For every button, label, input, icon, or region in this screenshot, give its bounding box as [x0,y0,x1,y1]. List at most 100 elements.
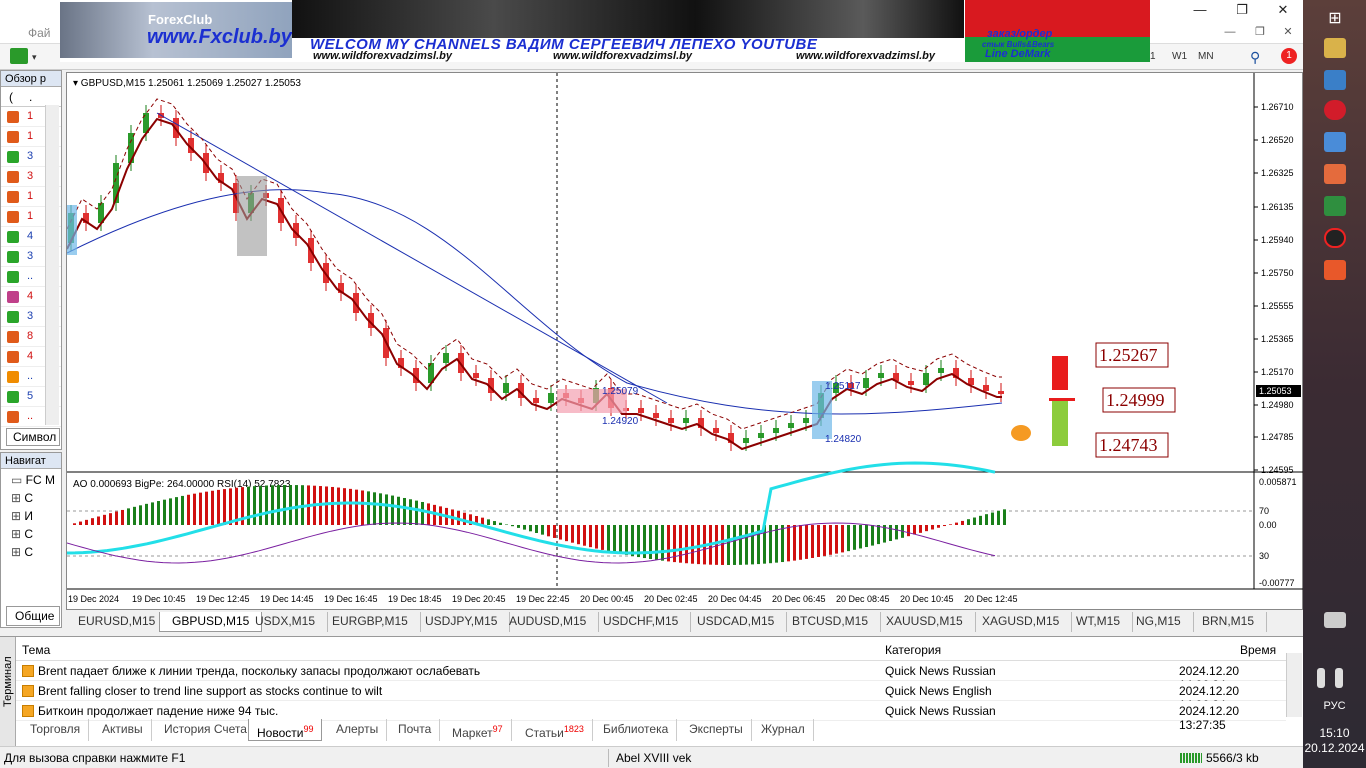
chart-tab[interactable]: WT,M15 [1064,612,1134,632]
windows-start-icon[interactable]: ⊞ [1324,8,1346,28]
terminal-tab[interactable]: Алерты [328,719,388,741]
terminal-tab-label: Активы [102,722,143,736]
column-time[interactable]: Время [1240,643,1276,657]
language-indicator[interactable]: РУС [1303,700,1366,712]
chart-tab[interactable]: USDJPY,M15 [413,612,511,632]
chart-tab[interactable]: USDX,M15 [243,612,329,632]
minimize-button[interactable]: — [1185,0,1215,22]
notification-badge[interactable]: 1 [1281,48,1297,64]
calculator-icon[interactable] [1324,196,1346,216]
navigator-item[interactable]: ⊞ С [11,527,33,541]
chart-tab[interactable]: NG,M15 [1124,612,1194,632]
search-icon[interactable]: ⚲ [1250,49,1260,66]
keyboard-icon[interactable] [1324,612,1346,628]
tab-symbol[interactable]: Символ [6,428,60,446]
market-watch-value: 4 [27,230,34,242]
market-watch-value: .. [27,410,34,422]
chart-tab[interactable]: EURUSD,M15 [66,612,169,632]
maximize-button[interactable]: ❐ [1227,0,1257,22]
opera-icon[interactable] [1324,100,1346,120]
trend-line [156,112,668,404]
volume-icon[interactable] [1335,668,1343,688]
terminal-tab[interactable]: Журнал [753,719,814,741]
chart-tab[interactable]: BTCUSD,M15 [780,612,882,632]
column-header-bid[interactable]: . [29,90,32,104]
timeframe-mn-button[interactable]: MN [1198,51,1214,62]
ao-bar [505,524,508,525]
chart-tab[interactable]: EURGBP,M15 [320,612,421,632]
news-row[interactable]: Brent falling closer to trend line suppo… [16,681,1286,712]
timeframe-w1-button[interactable]: W1 [1172,51,1187,62]
tab-general[interactable]: Общие [6,606,60,626]
terminal-tab[interactable]: Новости99 [248,719,323,741]
file-explorer-icon[interactable] [1324,38,1346,58]
account-icon[interactable]: ▭ [11,473,26,487]
close-button[interactable]: ✕ [1268,0,1298,22]
terminal-tab[interactable]: История Счета [156,719,256,741]
terminal-tab[interactable]: Библиотека [595,719,678,741]
status-help: Для вызова справки нажмите F1 [4,751,186,765]
ao-bar [355,489,358,525]
expand-icon[interactable]: ⊞ [11,545,24,559]
new-chart-icon[interactable] [10,48,28,64]
terminal-tab[interactable]: Эксперты [681,719,752,741]
candle-body [758,433,764,438]
child-restore-button[interactable]: ❐ [1245,22,1275,44]
terminal-tab[interactable]: Маркет97 [444,719,512,741]
menu-file[interactable]: Фай [28,26,51,40]
app-icon[interactable] [1324,260,1346,280]
market-watch-scrollbar[interactable] [45,105,59,425]
child-minimize-button[interactable]: — [1215,22,1245,44]
terminal-tab[interactable]: Торговля [22,719,90,741]
ao-bar [967,519,970,525]
chevron-down-icon[interactable]: ▾ [32,52,37,63]
navigator-item[interactable]: ⊞ С [11,545,33,559]
chart-tab[interactable]: BRN,M15 [1190,612,1268,632]
expand-icon[interactable]: ⊞ [11,509,24,523]
news-row[interactable]: Brent падает ближе к линии тренда, поско… [16,661,1286,692]
expand-icon[interactable]: ⊞ [11,491,24,505]
terminal-scrollbar[interactable] [1286,653,1302,717]
network-icon[interactable] [1317,668,1325,688]
clock-time: 15:10 [1319,726,1350,740]
terminal-tab[interactable]: Статьи1823 [517,719,593,741]
navigator-item[interactable]: ⊞ С [11,491,33,505]
taskbar-clock[interactable]: 15:10 20.12.2024 [1303,726,1366,756]
news-title: Brent падает ближе к линии тренда, поско… [38,664,481,678]
expand-icon[interactable]: ⊞ [11,527,24,541]
arrow-up-icon [7,311,19,323]
news-row[interactable]: Биткоин продолжает падение ниже 94 тыс. Q… [16,701,1286,732]
column-header-symbol[interactable]: ( [9,90,13,104]
navigator-item[interactable]: ▭ FC M [11,473,55,487]
column-topic[interactable]: Тема [22,643,50,657]
ao-bar [661,525,664,561]
candle-body [503,383,509,393]
chart-tab[interactable]: XAUUSD,M15 [874,612,976,632]
chart-window[interactable]: ▾ GBPUSD,M15 1.25061 1.25069 1.25027 1.2… [66,72,1304,611]
record-icon[interactable] [1324,228,1346,248]
price-chart[interactable]: ▾ GBPUSD,M15 1.25061 1.25069 1.25027 1.2… [67,73,1304,611]
time-tick-label: 19 Dec 22:45 [516,594,570,604]
chart-tab[interactable]: USDCAD,M15 [685,612,788,632]
ao-bar [145,503,148,525]
market-watch-value: 1 [27,110,34,122]
chart-tab[interactable]: AUDUSD,M15 [497,612,600,632]
market-watch-value: 3 [27,310,34,322]
outlook-icon[interactable] [1324,70,1346,90]
price-tick-label: 1.24980 [1261,400,1294,410]
timeframe-m1-button[interactable]: 1 [1150,51,1156,62]
terminal-tab[interactable]: Активы [94,719,152,741]
chart-tab[interactable]: USDCHF,M15 [591,612,692,632]
candle-body [998,391,1004,394]
child-close-button[interactable]: ✕ [1273,22,1303,44]
terminal-tab[interactable]: Почта [390,719,441,741]
terminal-label: Терминал [2,656,14,707]
column-category[interactable]: Категория [885,643,941,657]
navigator-item[interactable]: ⊞ И [11,509,33,523]
chart-tab[interactable]: XAGUSD,M15 [970,612,1073,632]
terminal-tabs: Торговля Активы История Счета Новости99 Алер… [16,719,1286,741]
status-profile[interactable]: Abel XVIII vek [616,751,691,765]
speaker-icon[interactable] [1324,164,1346,184]
paint-icon[interactable] [1324,132,1346,152]
ao-bar [943,525,946,527]
